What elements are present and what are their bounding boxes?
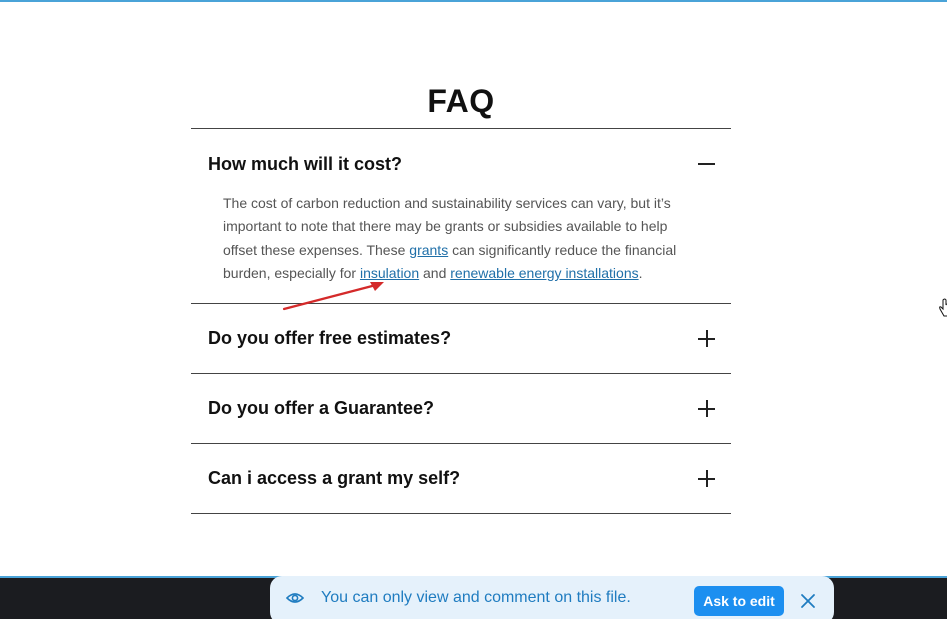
faq-item: Do you offer a Guarantee? xyxy=(191,373,731,443)
faq-title: FAQ xyxy=(427,83,495,120)
answer-text: . xyxy=(638,265,643,282)
faq-item: Do you offer free estimates? xyxy=(191,303,731,373)
page: FAQ How much will it cost? The cost of c… xyxy=(0,0,947,619)
faq-question-grant[interactable]: Can i access a grant my self? xyxy=(191,444,731,513)
plus-icon[interactable] xyxy=(698,330,715,347)
faq-list: How much will it cost? The cost of carbo… xyxy=(191,128,731,514)
ask-to-edit-button[interactable]: Ask to edit xyxy=(694,586,784,616)
plus-icon[interactable] xyxy=(698,400,715,417)
hand-cursor-icon xyxy=(939,298,947,317)
close-icon[interactable] xyxy=(800,593,816,609)
faq-question-cost[interactable]: How much will it cost? xyxy=(191,129,731,199)
grants-link[interactable]: grants xyxy=(409,242,448,258)
faq-question-text: Do you offer free estimates? xyxy=(208,328,452,348)
eye-icon xyxy=(286,593,304,603)
answer-text: and xyxy=(419,265,451,282)
view-only-notice: You can only view and comment on this fi… xyxy=(270,576,834,619)
minus-icon[interactable] xyxy=(698,156,715,173)
faq-item: How much will it cost? The cost of carbo… xyxy=(191,128,731,303)
faq-question-text: Can i access a grant my self? xyxy=(208,468,461,488)
notice-text: You can only view and comment on this fi… xyxy=(321,589,631,606)
plus-icon[interactable] xyxy=(698,470,715,487)
faq-answer: The cost of carbon reduction and sustain… xyxy=(191,192,731,303)
faq-item: Can i access a grant my self? xyxy=(191,443,731,514)
renewable-energy-link[interactable]: renewable energy installations xyxy=(450,265,638,281)
faq-question-guarantee[interactable]: Do you offer a Guarantee? xyxy=(191,374,731,443)
faq-question-estimates[interactable]: Do you offer free estimates? xyxy=(191,304,731,373)
red-arrow-icon xyxy=(282,282,384,311)
faq-question-text: Do you offer a Guarantee? xyxy=(208,398,435,418)
top-border xyxy=(0,0,947,2)
faq-question-text: How much will it cost? xyxy=(208,153,403,174)
